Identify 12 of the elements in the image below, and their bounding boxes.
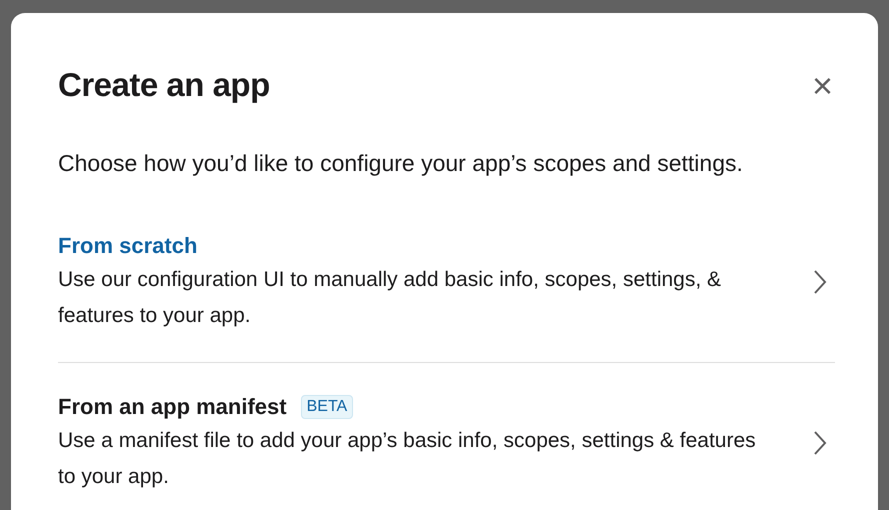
option-title: From scratch xyxy=(58,232,198,260)
chevron-right-icon xyxy=(813,269,827,295)
dialog-title: Create an app xyxy=(58,65,270,105)
close-button[interactable]: × xyxy=(812,68,833,104)
beta-badge: BETA xyxy=(300,395,354,419)
option-title: From an app manifest xyxy=(58,393,287,421)
chevron-right-icon xyxy=(813,430,827,456)
option-description: Use a manifest file to add your app’s basic info, scopes, settings & features to your app. xyxy=(58,428,757,490)
option-description: Use our configuration UI to manually add basic info, scopes, settings, & features to your app. xyxy=(58,267,722,329)
dialog-description: Choose how you’d like to configure your app’s scopes and settings. xyxy=(58,149,744,178)
option-row[interactable]: From an app manifest BETA Use a manifest file to add your app’s basic info, scopes, settings & features to your app. xyxy=(58,391,835,495)
option-row[interactable]: From scratch Use our configuration UI to manually add basic info, scopes, settings, & features to your app. xyxy=(58,230,835,334)
